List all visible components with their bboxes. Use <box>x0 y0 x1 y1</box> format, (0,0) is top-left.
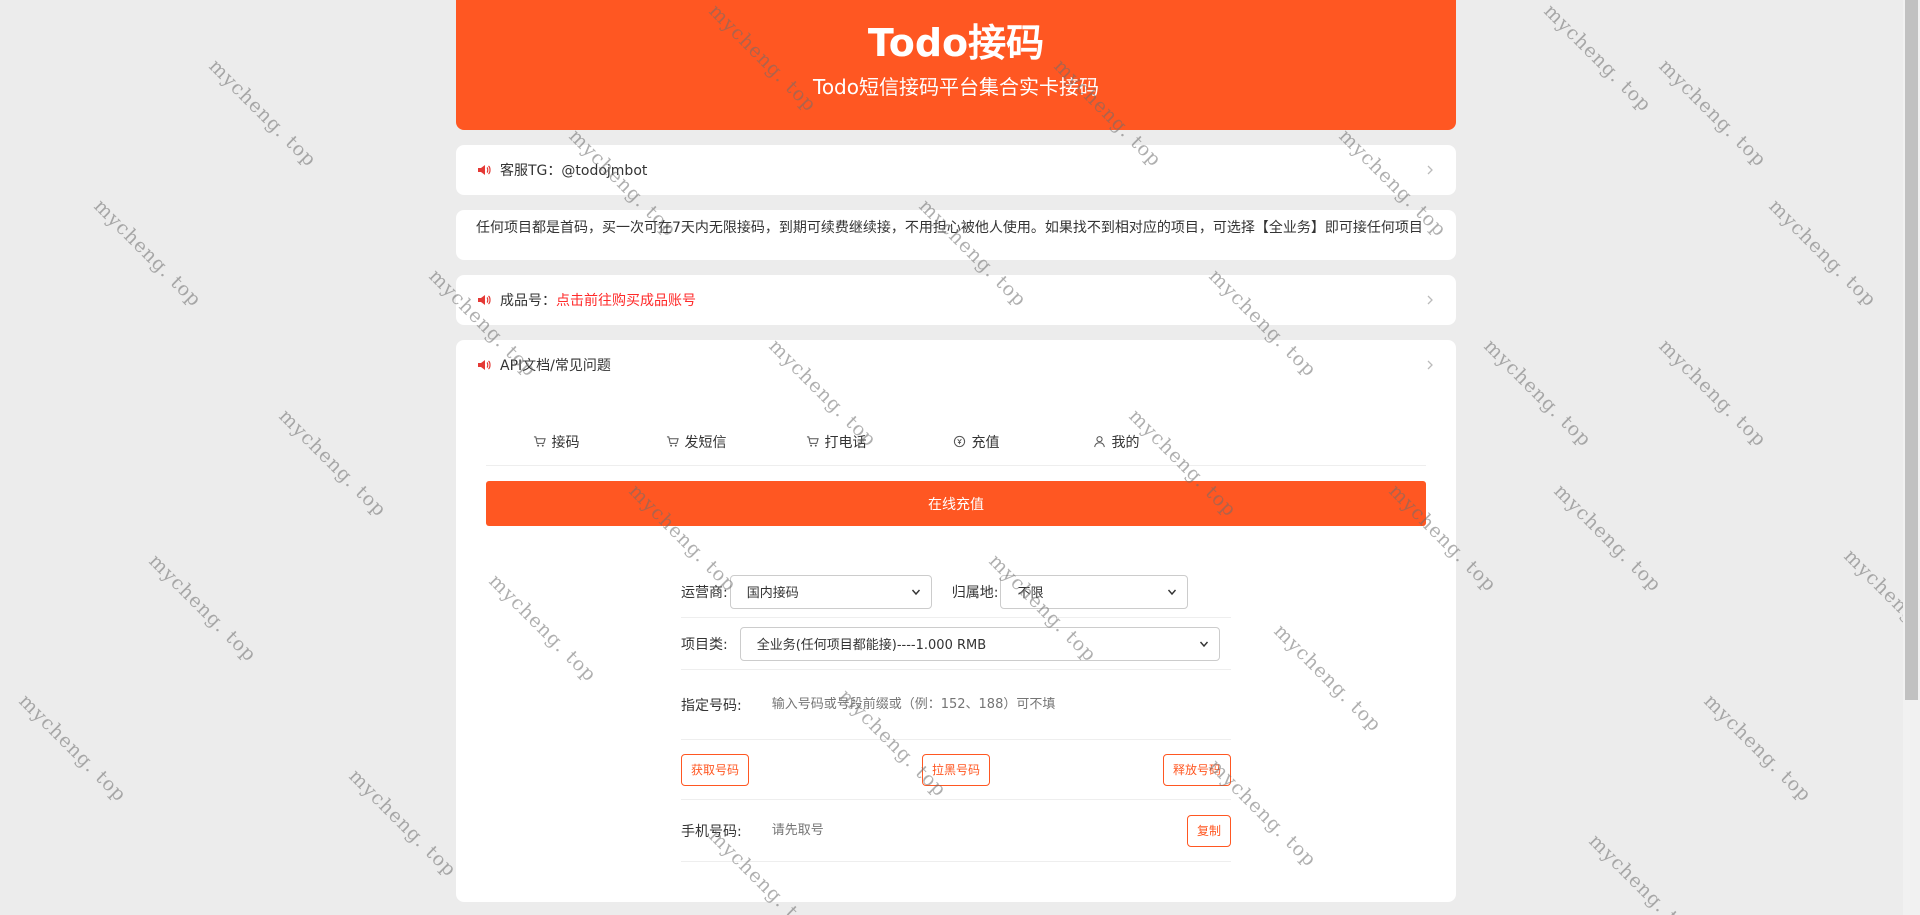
region-value: 不限 <box>1017 586 1044 601</box>
site-title: Todo接码 <box>867 21 1045 65</box>
chevron-right-icon <box>1427 295 1433 305</box>
tab-send-sms[interactable]: 发短信 <box>626 432 766 452</box>
operator-label: 运营商: <box>681 584 728 601</box>
tab-label: 打电话 <box>824 434 867 451</box>
watermark-text: mycheng. top <box>14 690 131 807</box>
watermark-text: mycheng. top <box>1584 830 1701 915</box>
operator-select[interactable]: 国内接码 <box>729 574 932 609</box>
chevron-down-icon <box>911 589 920 595</box>
watermark-text: mycheng. top <box>1539 0 1656 117</box>
description-notice: 任何项目都是首码，买一次可在7天内无限接码，到期可续费继续接，不用担心被他人使用… <box>456 210 1456 260</box>
tab-label: 发短信 <box>684 434 727 451</box>
tab-mine[interactable]: 我的 <box>1046 432 1186 452</box>
copy-button[interactable]: 复制 <box>1186 814 1231 847</box>
support-notice[interactable]: 客服TG：@todojmbot <box>456 145 1456 195</box>
watermark-text: mycheng. top <box>89 195 206 312</box>
project-value: 全业务(任何项目都能接)----1.000 RMB <box>756 638 987 653</box>
specified-number-label: 指定号码: <box>681 697 742 714</box>
speaker-icon <box>478 165 491 175</box>
api-docs-text: API文档/常见问题 <box>500 358 611 374</box>
watermark-text: mycheng. top <box>1764 195 1881 312</box>
specified-number-row: 指定号码: <box>681 670 1231 740</box>
function-tabs: 接码 发短信 打电话 充值 我的 <box>486 418 1426 466</box>
watermark-text: mycheng. top <box>344 765 461 882</box>
tab-label: 充值 <box>971 434 1000 451</box>
tab-recharge[interactable]: 充值 <box>906 432 1046 452</box>
watermark-text: mycheng. top <box>274 405 391 522</box>
user-icon <box>1093 436 1105 448</box>
finished-accounts-line: 成品号：点击前往购买成品账号 <box>500 290 1424 310</box>
online-recharge-button[interactable]: 在线充值 <box>486 481 1426 526</box>
region-label: 归属地: <box>951 584 999 601</box>
main-panel: API文档/常见问题 接码 发短信 打电话 充值 我的 在线充值 运营商: 国内… <box>456 340 1456 902</box>
tab-label: 我的 <box>1111 434 1140 451</box>
project-label: 项目类: <box>681 636 728 653</box>
finished-accounts-notice[interactable]: 成品号：点击前往购买成品账号 <box>456 275 1456 325</box>
region-select[interactable]: 不限 <box>1000 574 1189 609</box>
support-text: 客服TG：@todojmbot <box>500 163 648 179</box>
watermark-text: mycheng. top <box>1654 335 1771 452</box>
number-action-row: 获取号码 拉黑号码 释放号码 <box>681 740 1231 800</box>
chevron-right-icon <box>1427 165 1433 175</box>
project-row: 项目类: 全业务(任何项目都能接)----1.000 RMB <box>681 618 1231 670</box>
site-subtitle: Todo短信接码平台集合实卡接码 <box>813 75 1099 99</box>
watermark-text: mycheng. top <box>1479 335 1596 452</box>
speaker-icon <box>478 360 491 370</box>
buy-accounts-link[interactable]: 点击前往购买成品账号 <box>556 293 696 309</box>
cart-icon <box>533 436 546 447</box>
phone-number-input[interactable] <box>743 823 1187 838</box>
tab-make-call[interactable]: 打电话 <box>766 432 906 452</box>
speaker-icon <box>478 295 491 305</box>
page-container: Todo接码 Todo短信接码平台集合实卡接码 客服TG：@todojmbot … <box>456 0 1456 902</box>
blacklist-number-button[interactable]: 拉黑号码 <box>921 753 990 786</box>
watermark-text: mycheng. top <box>1549 480 1666 597</box>
release-number-button[interactable]: 释放号码 <box>1162 753 1231 786</box>
tab-receive-code[interactable]: 接码 <box>486 432 626 452</box>
chevron-right-icon <box>1427 360 1433 370</box>
watermark-text: mycheng. top <box>204 55 321 172</box>
yuan-circle-icon <box>953 435 965 448</box>
api-docs-notice[interactable]: API文档/常见问题 <box>456 340 1456 390</box>
project-select[interactable]: 全业务(任何项目都能接)----1.000 RMB <box>739 626 1220 661</box>
phone-number-row: 手机号码: 复制 <box>681 800 1231 862</box>
site-header: Todo接码 Todo短信接码平台集合实卡接码 <box>456 0 1456 130</box>
scrollbar-thumb[interactable] <box>1905 0 1918 700</box>
phone-number-label: 手机号码: <box>681 823 742 840</box>
page-scrollbar[interactable] <box>1903 0 1920 915</box>
specified-number-input[interactable] <box>743 697 1231 712</box>
operator-region-row: 运营商: 国内接码 归属地: 不限 <box>681 566 1231 618</box>
operator-value: 国内接码 <box>746 586 799 601</box>
tab-label: 接码 <box>551 434 580 451</box>
cart-icon <box>806 436 819 447</box>
chevron-down-icon <box>1199 641 1208 647</box>
watermark-text: mycheng. top <box>144 550 261 667</box>
get-number-button[interactable]: 获取号码 <box>681 753 750 786</box>
watermark-text: mycheng. top <box>1699 690 1816 807</box>
chevron-down-icon <box>1168 589 1177 595</box>
finished-accounts-label: 成品号： <box>500 293 556 309</box>
cart-icon <box>666 436 679 447</box>
receive-code-form: 运营商: 国内接码 归属地: 不限 项目类: 全业务(任何项目都能接)----1… <box>681 566 1231 862</box>
watermark-text: mycheng. top <box>1654 55 1771 172</box>
